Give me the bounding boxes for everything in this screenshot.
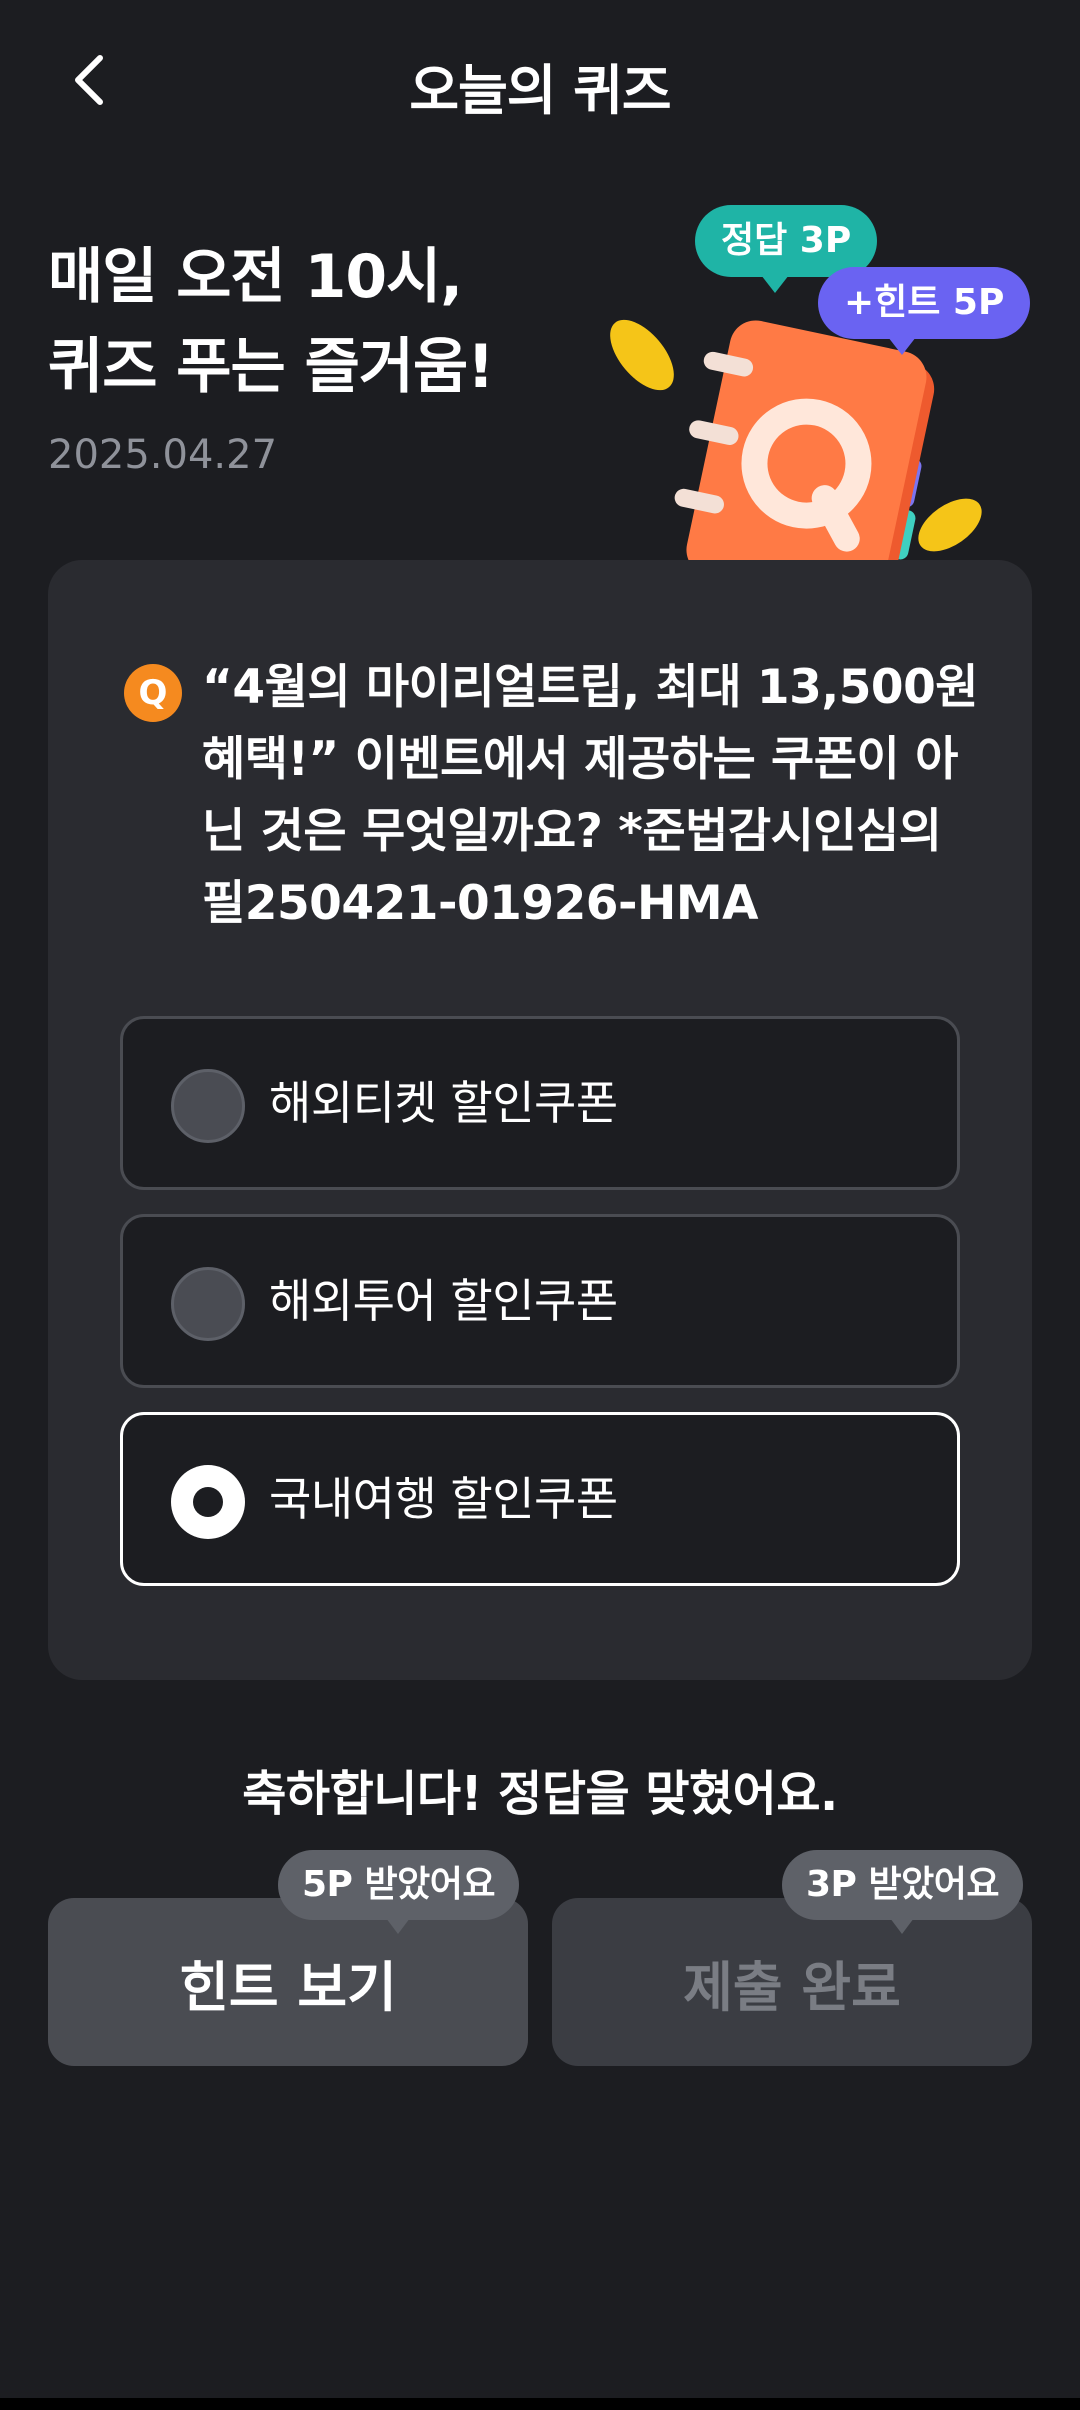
option-1-radio[interactable] — [171, 1069, 245, 1143]
quiz-card: Q “4월의 마이리얼트립, 최대 13,500원 혜택!” 이벤트에서 제공하… — [48, 560, 1032, 1680]
app-header: 오늘의 퀴즈 — [0, 0, 1080, 160]
option-3-label: 국내여행 할인쿠폰 — [269, 1472, 618, 1526]
option-2-radio[interactable] — [171, 1267, 245, 1341]
quiz-illustration: 정답 3P +힌트 5P — [600, 195, 1031, 615]
option-3-radio[interactable] — [171, 1465, 245, 1539]
hero-title-line2: 퀴즈 푸는 즐거움! — [48, 332, 495, 402]
question-text: “4월의 마이리얼트립, 최대 13,500원 혜택!” 이벤트에서 제공하는 … — [202, 660, 979, 931]
submit-button[interactable]: 제출 완료 — [552, 1898, 1032, 2066]
system-nav-bar — [0, 2398, 1080, 2410]
result-message: 축하합니다! 정답을 맞혔어요. — [242, 1766, 838, 1822]
hint-reward-tooltip: 5P 받았어요 — [278, 1850, 519, 1934]
option-1-label: 해외티켓 할인쿠폰 — [269, 1076, 618, 1130]
hero-title: 매일 오전 10시, 퀴즈 푸는 즐거움! — [48, 232, 495, 412]
hint-button[interactable]: 힌트 보기 — [48, 1898, 528, 2066]
submit-reward-tooltip: 3P 받았어요 — [782, 1850, 1023, 1934]
question-badge-icon: Q — [124, 664, 182, 722]
hero-title-line1: 매일 오전 10시, — [48, 242, 463, 312]
option-3[interactable]: 국내여행 할인쿠폰 — [120, 1412, 960, 1586]
option-2-label: 해외투어 할인쿠폰 — [269, 1274, 618, 1328]
hint-points-bubble: +힌트 5P — [818, 267, 1031, 355]
page-title: 오늘의 퀴즈 — [409, 59, 671, 122]
option-1[interactable]: 해외티켓 할인쿠폰 — [120, 1016, 960, 1190]
quiz-date: 2025.04.27 — [48, 432, 278, 478]
option-2[interactable]: 해외투어 할인쿠폰 — [120, 1214, 960, 1388]
